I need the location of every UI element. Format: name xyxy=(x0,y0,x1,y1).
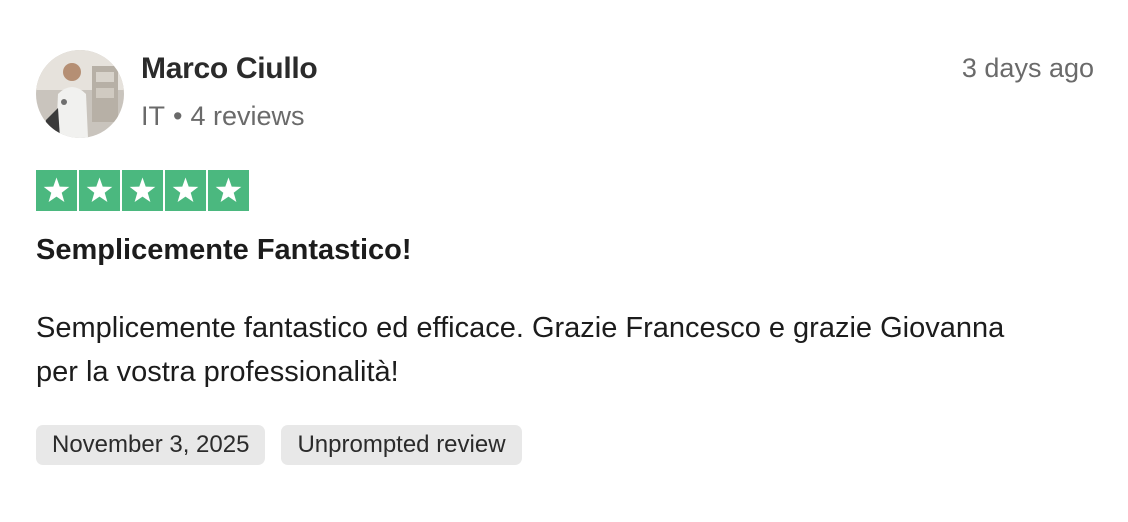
star-icon xyxy=(79,170,120,211)
review-title: Semplicemente Fantastico! xyxy=(36,234,412,266)
meta-separator: • xyxy=(173,101,183,131)
avatar-photo xyxy=(36,50,124,138)
unprompted-review-tag[interactable]: Unprompted review xyxy=(281,425,522,465)
review-card: Marco Ciullo IT • 4 reviews 3 days ago Sem… xyxy=(0,0,1128,522)
review-body: Semplicemente fantastico ed efficace. Gr… xyxy=(36,312,1005,388)
star-icon xyxy=(122,170,163,211)
star-rating xyxy=(36,170,249,211)
review-tags: November 3, 2025 Unprompted review xyxy=(36,425,522,465)
reviewer-meta: IT • 4 reviews xyxy=(141,101,305,132)
star-icon xyxy=(165,170,206,211)
review-timestamp: 3 days ago xyxy=(961,53,1094,83)
reviewer-review-count: 4 reviews xyxy=(190,101,305,131)
star-icon xyxy=(208,170,249,211)
star-icon xyxy=(36,170,77,211)
reviewer-name[interactable]: Marco Ciullo xyxy=(141,52,318,86)
reviewer-country: IT xyxy=(141,101,165,131)
review-date-tag: November 3, 2025 xyxy=(36,425,266,465)
avatar[interactable] xyxy=(36,50,124,138)
